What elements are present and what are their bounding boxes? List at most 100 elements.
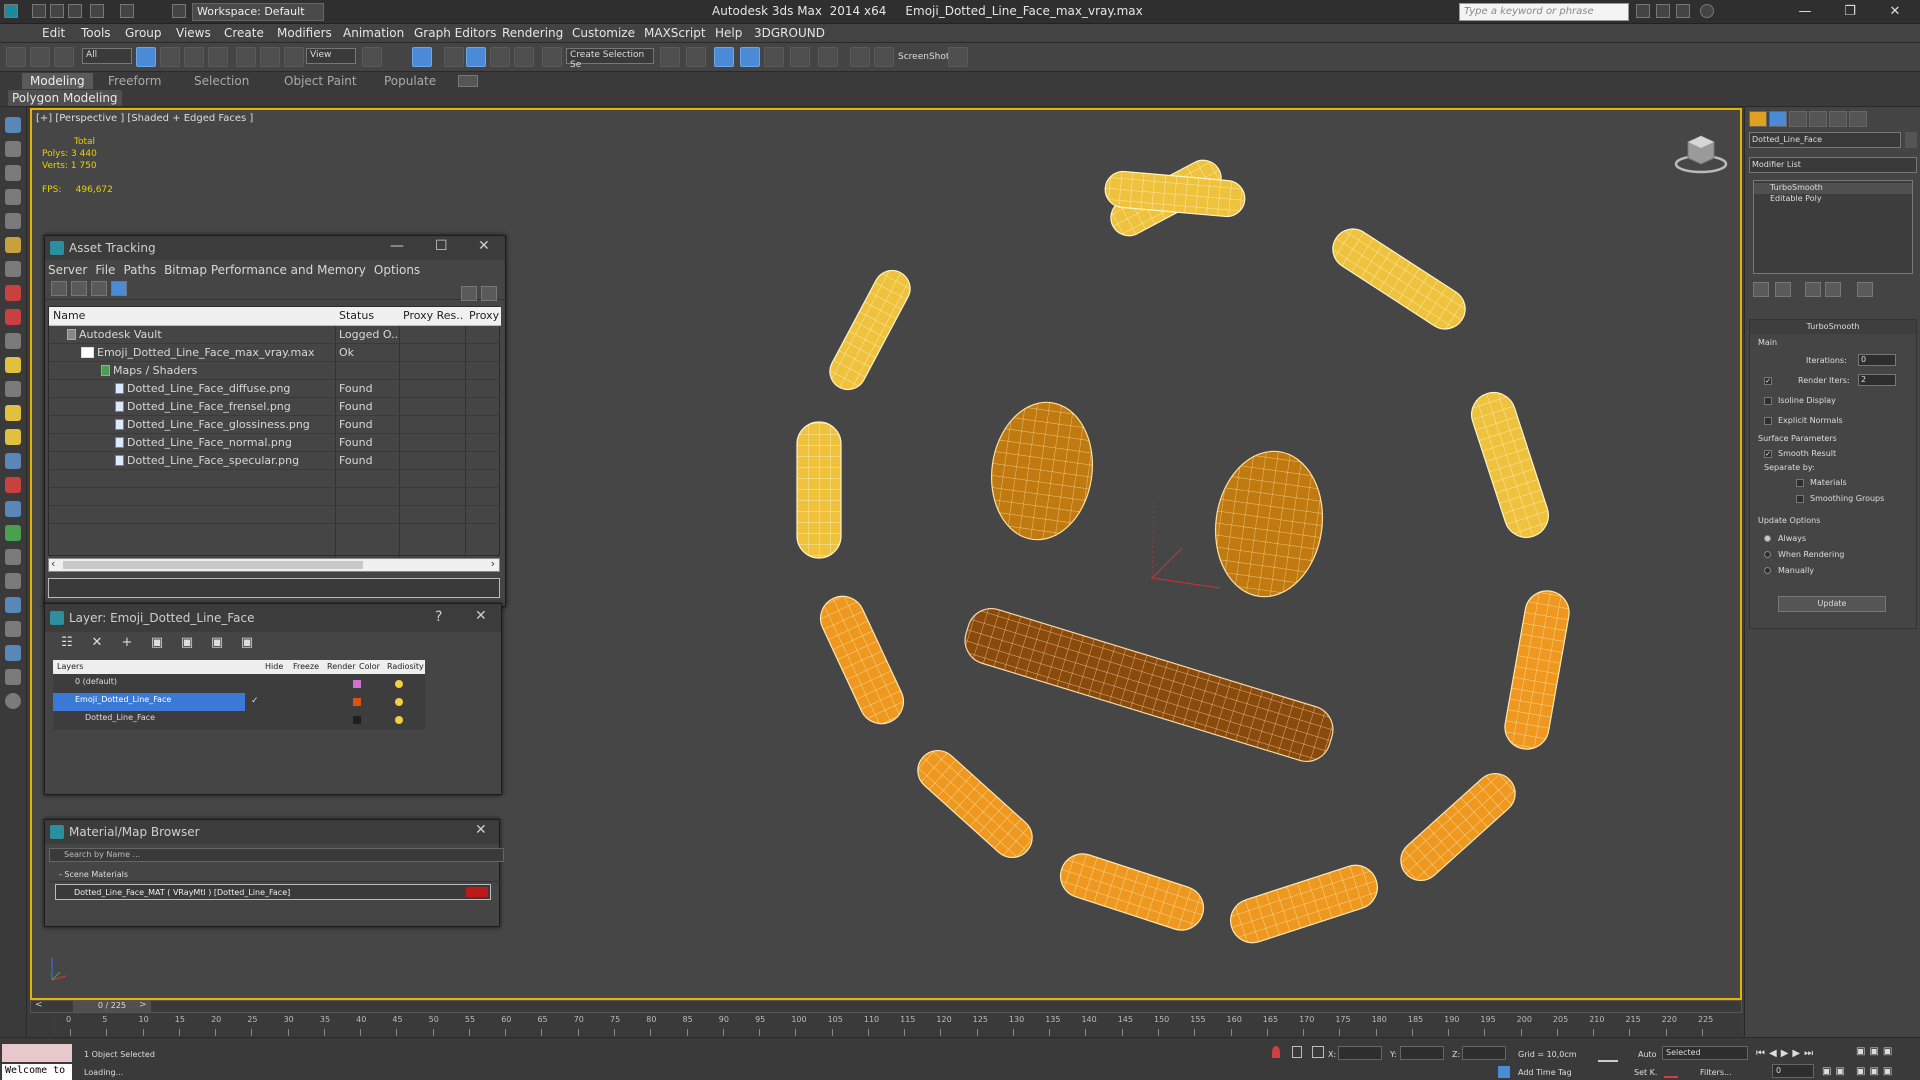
motion-tab-icon[interactable] — [1809, 111, 1827, 127]
tab-selection[interactable]: Selection — [186, 73, 257, 89]
mirror-icon[interactable] — [660, 47, 680, 67]
close-icon[interactable]: ✕ — [475, 608, 487, 624]
unlink-icon[interactable] — [30, 47, 50, 67]
face-dash-6[interactable] — [796, 421, 842, 559]
ribbon-options-icon[interactable] — [458, 75, 478, 87]
face-dash-12[interactable] — [1225, 860, 1383, 949]
material-search-input[interactable]: Search by Name ... — [49, 848, 504, 862]
menu-views[interactable]: Views — [176, 26, 211, 40]
close-icon[interactable]: ✕ — [478, 238, 490, 254]
highlight-layer-icon[interactable]: ▣ — [179, 636, 195, 650]
key-mode-dropdown[interactable]: Selected — [1662, 1046, 1748, 1060]
auto-key-button[interactable]: Auto — [1638, 1050, 1657, 1059]
time-tag-icon[interactable] — [1498, 1066, 1510, 1078]
isolate-icon[interactable] — [1272, 1046, 1280, 1058]
close-icon[interactable]: ✕ — [475, 822, 487, 838]
playback-controls-icon[interactable]: ⏮◀▶▶⏭ — [1756, 1048, 1817, 1059]
set-key-button[interactable]: Set K. — [1634, 1068, 1657, 1077]
col-radiosity[interactable]: Radiosity — [387, 662, 424, 671]
tool-icon-1[interactable] — [5, 117, 21, 133]
named-selection-dropdown[interactable]: Create Selection Se — [566, 48, 654, 70]
reference-coord-dropdown[interactable]: View — [306, 48, 356, 64]
col-name[interactable]: Name — [53, 309, 85, 322]
tool-icon-11[interactable] — [5, 357, 21, 373]
tool-icon-18[interactable] — [5, 525, 21, 541]
create-tab-icon[interactable] — [1749, 111, 1767, 127]
help-button[interactable]: ? — [435, 609, 442, 625]
menu-server[interactable]: Server — [48, 263, 87, 277]
star-icon[interactable] — [1676, 4, 1690, 18]
smooth-result-checkbox[interactable]: ✓ — [1764, 450, 1772, 458]
tool-icon-19[interactable] — [5, 549, 21, 565]
viewcube-icon[interactable] — [1672, 128, 1730, 176]
graphite-icon[interactable] — [764, 47, 784, 67]
tab-modeling[interactable]: Modeling — [22, 73, 93, 89]
material-browser-titlebar[interactable]: Material/Map Browser ✕ — [45, 820, 499, 844]
radiosity-icon[interactable] — [395, 698, 403, 706]
move-icon[interactable] — [236, 47, 256, 67]
when-rendering-radio[interactable] — [1764, 551, 1771, 558]
explicit-normals-checkbox[interactable] — [1764, 417, 1772, 425]
next-frame-icon[interactable]: > — [139, 1000, 147, 1010]
minimize-icon[interactable]: — — [390, 238, 404, 254]
app-logo-icon[interactable] — [4, 4, 18, 18]
curve-editor-icon[interactable] — [790, 47, 810, 67]
z-coordinate-field[interactable] — [1462, 1046, 1506, 1060]
key-filter-icon[interactable] — [1664, 1066, 1678, 1078]
table-row[interactable]: Dotted_Line_Face_glossiness.png Found — [49, 416, 501, 434]
stack-item-editable-poly[interactable]: Editable Poly — [1754, 194, 1912, 205]
menu-paths[interactable]: Paths — [123, 263, 156, 277]
tool-icon-13[interactable] — [5, 405, 21, 421]
polygon-modeling-panel[interactable]: Polygon Modeling — [8, 90, 122, 106]
hierarchy-tab-icon[interactable] — [1789, 111, 1807, 127]
render-iters-spinner[interactable]: 2 — [1858, 374, 1896, 386]
scroll-thumb[interactable] — [63, 561, 363, 569]
face-dash-7[interactable] — [1501, 587, 1572, 752]
add-layer-icon[interactable]: + — [119, 636, 135, 650]
select-in-layer-icon[interactable]: ▣ — [149, 636, 165, 650]
key-icon[interactable] — [1598, 1052, 1618, 1062]
show-end-result-icon[interactable] — [1775, 282, 1791, 297]
tab-object-paint[interactable]: Object Paint — [276, 73, 365, 89]
current-frame-field[interactable]: 0 — [1772, 1064, 1814, 1078]
asset-path-field[interactable] — [48, 578, 500, 598]
menu-file[interactable]: File — [95, 263, 115, 277]
layer-manager-icon[interactable] — [740, 47, 760, 67]
viewport-label[interactable]: [+] [Perspective ] [Shaded + Edged Faces… — [36, 113, 253, 124]
material-editor-icon[interactable] — [850, 47, 870, 67]
grid-view-icon[interactable] — [111, 281, 127, 296]
table-row[interactable]: Dotted_Line_Face_specular.png Found — [49, 452, 501, 470]
tool-icon-3[interactable] — [5, 165, 21, 181]
table-row[interactable]: Dotted_Line_Face_frensel.png Found — [49, 398, 501, 416]
layer-row[interactable]: 0 (default) — [53, 675, 425, 693]
tool-icon-25[interactable] — [5, 693, 21, 709]
angle-snap-icon[interactable] — [466, 47, 486, 67]
menu-3dground[interactable]: 3DGROUND — [754, 26, 825, 40]
materials-checkbox[interactable] — [1796, 479, 1804, 487]
vault-icon[interactable] — [461, 286, 477, 301]
maximize-icon[interactable]: ☐ — [435, 238, 448, 254]
scene-materials-section[interactable]: - Scene Materials — [49, 868, 500, 882]
configure-sets-icon[interactable] — [1857, 282, 1873, 297]
table-icon[interactable] — [91, 281, 107, 296]
edit-named-sel-icon[interactable] — [542, 47, 562, 67]
col-layers[interactable]: Layers — [57, 662, 83, 671]
tool-icon-14[interactable] — [5, 429, 21, 445]
menu-maxscript[interactable]: MAXScript — [644, 26, 706, 40]
tool-icon-20[interactable] — [5, 573, 21, 589]
isoline-checkbox[interactable] — [1764, 397, 1772, 405]
tool-icon-17[interactable] — [5, 501, 21, 517]
face-dash-11[interactable] — [1055, 848, 1209, 936]
always-radio[interactable] — [1764, 535, 1771, 542]
selection-filter-dropdown[interactable]: All — [82, 48, 132, 64]
redo-icon[interactable] — [120, 4, 134, 18]
table-row[interactable]: Autodesk Vault Logged O... — [49, 326, 501, 344]
refresh-icon[interactable] — [51, 281, 67, 296]
object-name-field[interactable]: Dotted_Line_Face — [1749, 132, 1901, 148]
viewport-nav-icons-2[interactable]: ▣▣▣ — [1856, 1066, 1896, 1077]
undo-icon[interactable] — [90, 4, 104, 18]
freeze-all-icon[interactable]: ▣ — [239, 636, 255, 650]
table-row[interactable]: Dotted_Line_Face_diffuse.png Found — [49, 380, 501, 398]
minimize-icon[interactable]: — — [1785, 2, 1825, 22]
select-by-name-icon[interactable] — [160, 47, 180, 67]
